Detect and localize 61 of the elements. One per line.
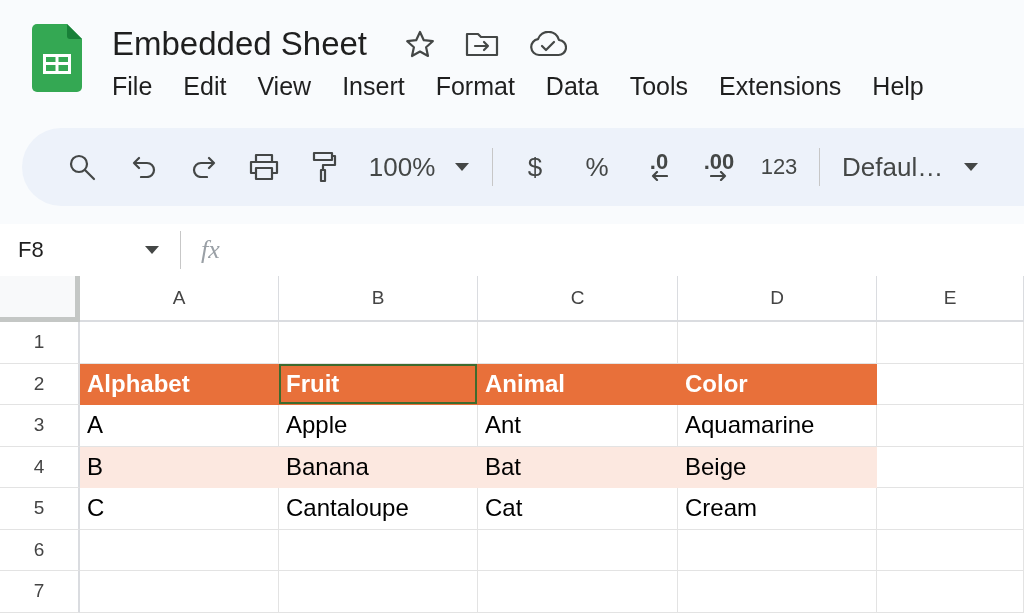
- menu-item[interactable]: Help: [872, 72, 940, 101]
- menu-item[interactable]: Data: [545, 72, 615, 101]
- column-header[interactable]: B: [279, 276, 478, 322]
- currency-button[interactable]: $: [515, 147, 555, 187]
- star-icon[interactable]: [405, 30, 436, 58]
- caret-icon[interactable]: [963, 162, 980, 172]
- right-arrow-icon: [710, 171, 728, 181]
- move-folder-icon[interactable]: [465, 31, 500, 57]
- row-header[interactable]: 5: [0, 488, 80, 530]
- table-cell: Alphabet: [80, 363, 279, 405]
- percent-button[interactable]: %: [577, 147, 617, 187]
- table-cell: Bat: [478, 446, 678, 488]
- row-header[interactable]: 6: [0, 529, 80, 571]
- left-arrow-icon: [650, 171, 668, 181]
- table-cell: Banana: [279, 446, 478, 488]
- table-cell: Animal: [478, 363, 678, 405]
- decrease-decimals-button[interactable]: .0: [639, 147, 679, 187]
- caret-icon[interactable]: [454, 162, 470, 172]
- menu-item[interactable]: Edit: [183, 72, 243, 101]
- row-header[interactable]: 7: [0, 571, 80, 613]
- name-box[interactable]: F8: [18, 237, 44, 263]
- caret-icon[interactable]: [144, 245, 160, 255]
- table-cell: Beige: [678, 446, 877, 488]
- font-select[interactable]: Defaul…: [842, 147, 944, 187]
- table-cell: Cantaloupe: [279, 488, 478, 530]
- row-header[interactable]: 1: [0, 322, 80, 364]
- sheets-logo-icon: [32, 24, 82, 92]
- increase-decimals-button[interactable]: .00: [699, 147, 739, 187]
- table-cell: Ant: [478, 405, 678, 447]
- document-title[interactable]: Embedded Sheet: [112, 25, 368, 63]
- table-cell: Fruit: [279, 363, 478, 405]
- print-icon[interactable]: [248, 153, 280, 181]
- menu-item[interactable]: View: [257, 72, 328, 101]
- undo-icon[interactable]: [131, 156, 157, 178]
- table-cell: Color: [678, 363, 877, 405]
- table-cell: C: [80, 488, 279, 530]
- table-cell: A: [80, 405, 279, 447]
- menu-item[interactable]: Format: [435, 72, 531, 101]
- row-header[interactable]: 3: [0, 405, 80, 447]
- table-cell: Apple: [279, 405, 478, 447]
- column-header[interactable]: D: [678, 276, 877, 322]
- zoom-select[interactable]: 100%: [362, 147, 442, 187]
- menu-item[interactable]: Tools: [629, 72, 705, 101]
- table-cell: Cream: [678, 488, 877, 530]
- menu-item[interactable]: Insert: [342, 72, 421, 101]
- search-icon[interactable]: [68, 153, 96, 181]
- paint-roller-icon[interactable]: [311, 151, 337, 183]
- column-header[interactable]: E: [877, 276, 1024, 322]
- table-cell: B: [80, 446, 279, 488]
- row-header[interactable]: 4: [0, 446, 80, 488]
- more-formats-button[interactable]: 123: [759, 147, 799, 187]
- column-header[interactable]: C: [478, 276, 678, 322]
- table-cell: Aquamarine: [678, 405, 877, 447]
- cloud-check-icon[interactable]: [529, 31, 568, 57]
- column-header[interactable]: A: [80, 276, 279, 322]
- menu-item[interactable]: Extensions: [719, 72, 858, 101]
- table-cell: Cat: [478, 488, 678, 530]
- menu-item[interactable]: File: [112, 72, 169, 101]
- redo-icon[interactable]: [191, 156, 217, 178]
- formula-label: fx: [201, 235, 220, 265]
- row-header[interactable]: 2: [0, 363, 80, 405]
